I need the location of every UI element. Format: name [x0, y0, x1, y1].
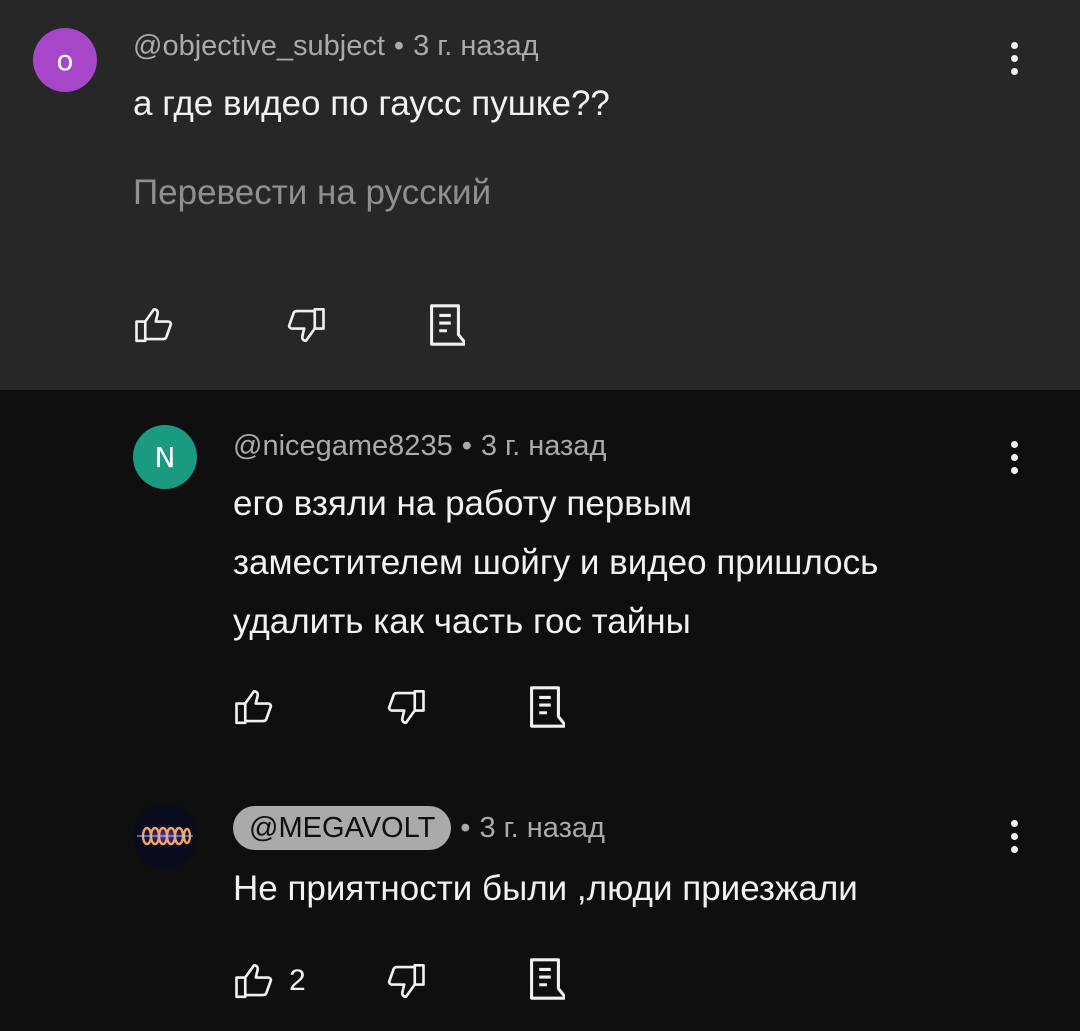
comment-meta: @objective_subject • 3 г. назад	[133, 30, 539, 63]
author-name[interactable]: @objective_subject	[133, 30, 385, 63]
comment-text-line: удалить как часть гос тайны	[233, 602, 691, 641]
like-button[interactable]	[133, 304, 175, 346]
translate-link[interactable]: Перевести на русский	[133, 173, 491, 213]
more-vert-icon	[1010, 41, 1018, 75]
avatar[interactable]: N	[133, 425, 197, 489]
reply-button[interactable]	[525, 956, 565, 1002]
comment-item: @MEGAVOLT • 3 г. назад Не приятности был…	[0, 770, 1080, 1031]
comment-text-line: заместителем шойгу и видео пришлось	[233, 543, 879, 582]
like-icon	[235, 689, 273, 725]
reply-icon	[530, 958, 565, 1000]
author-badge[interactable]: @MEGAVOLT	[233, 806, 452, 850]
dislike-button[interactable]	[385, 960, 427, 1002]
meta-separator: •	[461, 430, 472, 462]
comment-item: N @nicegame8235 • 3 г. назад его взяли н…	[0, 390, 1080, 770]
more-vert-icon	[1010, 440, 1018, 474]
dislike-button[interactable]	[285, 304, 327, 346]
dislike-button[interactable]	[385, 686, 427, 728]
like-button[interactable]	[233, 686, 275, 728]
coil-logo-icon	[133, 804, 197, 868]
more-options-button[interactable]	[994, 806, 1034, 866]
comment-text: Не приятности были ,люди приезжали	[233, 869, 858, 908]
comment-text-line: его взяли на работу первым	[233, 484, 693, 523]
dislike-icon	[387, 963, 425, 999]
dislike-icon	[287, 307, 325, 343]
like-icon	[235, 963, 273, 999]
reply-button[interactable]	[425, 302, 465, 348]
more-vert-icon	[1010, 819, 1018, 853]
reply-icon	[530, 686, 565, 728]
comment-meta: @nicegame8235 • 3 г. назад	[233, 430, 606, 463]
comment-time[interactable]: 3 г. назад	[479, 812, 605, 845]
comment-meta: @MEGAVOLT • 3 г. назад	[233, 806, 605, 850]
like-button[interactable]: 2	[233, 960, 306, 1002]
dislike-icon	[387, 689, 425, 725]
avatar[interactable]	[133, 804, 197, 868]
like-count: 2	[289, 964, 306, 997]
like-icon	[135, 307, 173, 343]
more-options-button[interactable]	[994, 28, 1034, 88]
comment-text: а где видео по гаусс пушке??	[133, 84, 610, 123]
author-name[interactable]: @nicegame8235	[233, 430, 453, 463]
avatar[interactable]: o	[33, 28, 97, 92]
comment-time[interactable]: 3 г. назад	[413, 30, 539, 63]
more-options-button[interactable]	[994, 427, 1034, 487]
comment-item: o @objective_subject • 3 г. назад а где …	[0, 0, 1080, 390]
meta-separator: •	[393, 30, 405, 62]
comment-time[interactable]: 3 г. назад	[481, 430, 607, 463]
reply-icon	[430, 304, 465, 346]
reply-button[interactable]	[525, 684, 565, 730]
comment-text: его взяли на работу первым заместителем …	[233, 474, 878, 651]
meta-separator: •	[460, 811, 471, 844]
